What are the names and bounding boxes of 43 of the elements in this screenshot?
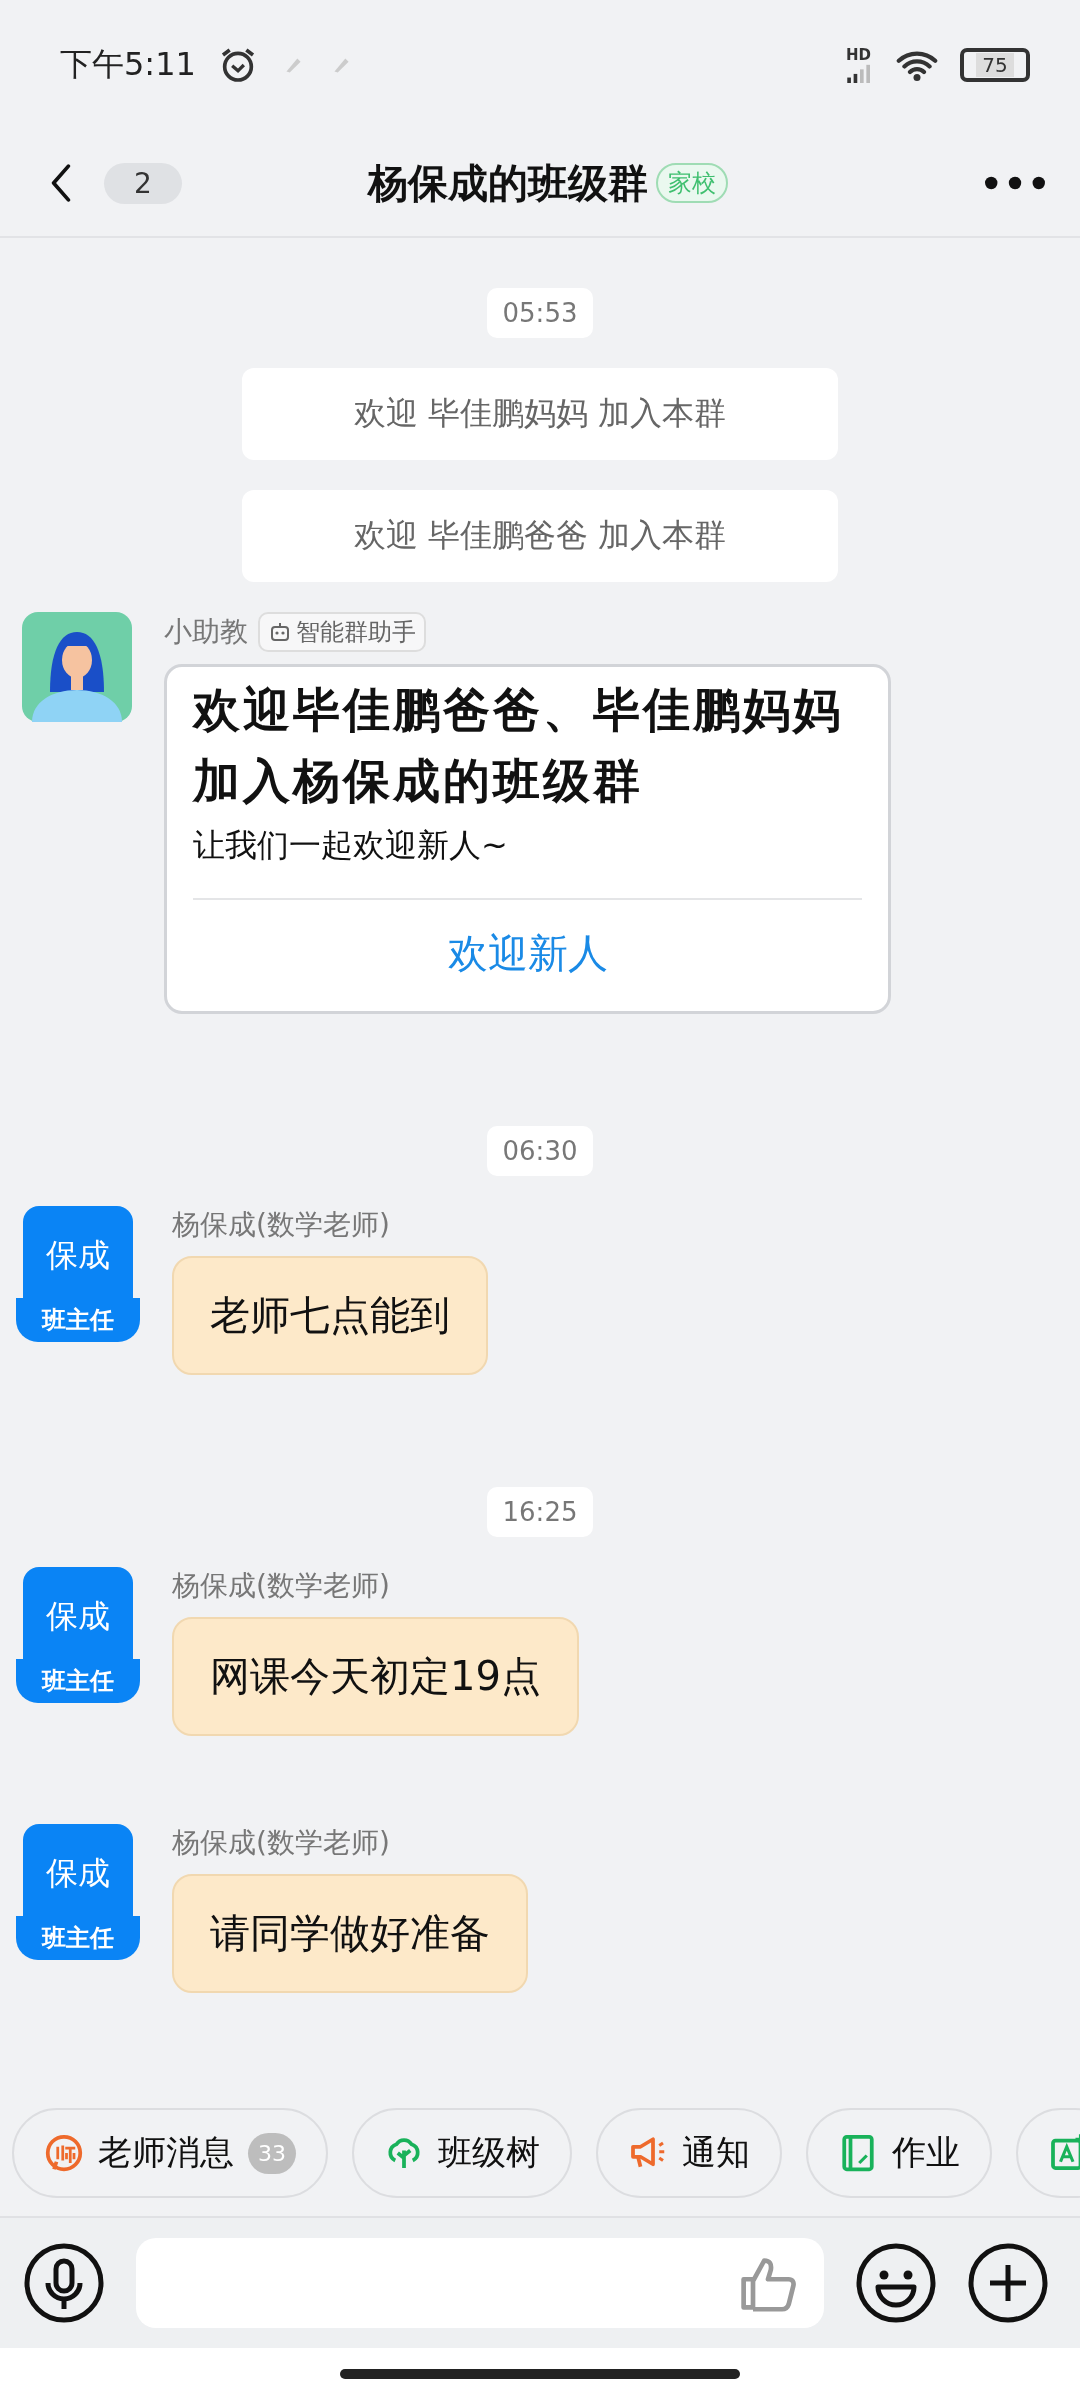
- add-text-icon: [1048, 2133, 1080, 2173]
- chip-label: 作业: [892, 2131, 960, 2174]
- tag-label: 智能群助手: [296, 617, 416, 648]
- back-icon[interactable]: [50, 164, 72, 202]
- timestamp: 16:25: [486, 1487, 594, 1537]
- teacher-icon: [44, 2133, 84, 2173]
- sender-name: 杨保成(数学老师): [172, 1825, 390, 1861]
- quick-action-chip[interactable]: 作业: [806, 2108, 992, 2198]
- signal-icon: HD: [846, 47, 874, 83]
- message-bubble: 老师七点能到: [172, 1256, 488, 1375]
- unread-count: 2: [104, 162, 182, 204]
- count-badge: 33: [248, 2132, 296, 2174]
- card-title: 欢迎毕佳鹏爸爸、毕佳鹏妈妈加入杨保成的班级群: [193, 681, 844, 810]
- group-tag: 家校: [656, 163, 728, 203]
- battery-icon: 75: [960, 48, 1030, 82]
- chip-label: 通知: [682, 2131, 750, 2174]
- card-subtitle: 让我们一起欢迎新人~: [193, 824, 862, 900]
- message-bubble: 网课今天初定19点: [172, 1617, 579, 1736]
- chip-label: 老师消息: [98, 2131, 234, 2174]
- message-input[interactable]: [136, 2238, 824, 2328]
- more-icon[interactable]: [984, 175, 1046, 191]
- robot-icon: [268, 620, 292, 644]
- microphone-icon[interactable]: [24, 2243, 104, 2323]
- system-notice: 欢迎 毕佳鹏妈妈 加入本群: [242, 368, 838, 460]
- add-icon[interactable]: [968, 2243, 1048, 2323]
- role-badge: 班主任: [16, 1916, 140, 1960]
- system-notice: 欢迎 毕佳鹏爸爸 加入本群: [242, 490, 838, 582]
- group-title: 杨保成的班级群: [368, 158, 648, 208]
- message-bubble: 请同学做好准备: [172, 1874, 528, 1993]
- timestamp: 05:53: [486, 288, 594, 338]
- role-badge: 班主任: [16, 1298, 140, 1342]
- quick-action-chip[interactable]: 班级树: [352, 2108, 572, 2198]
- chip-label: 班级树: [438, 2131, 540, 2174]
- clock-time: 下午5:11: [60, 44, 196, 85]
- welcome-button[interactable]: 欢迎新人: [447, 926, 608, 981]
- role-badge: 班主任: [16, 1659, 140, 1703]
- sender-name: 杨保成(数学老师): [172, 1207, 390, 1243]
- emoji-icon[interactable]: [856, 2243, 936, 2323]
- sender-name: 杨保成(数学老师): [172, 1568, 390, 1604]
- sender-name: 小助教: [164, 614, 248, 650]
- quick-action-chip[interactable]: 通知: [596, 2108, 782, 2198]
- quick-action-chip[interactable]: 老师消息 33: [12, 2108, 328, 2198]
- timestamp: 06:30: [486, 1126, 594, 1176]
